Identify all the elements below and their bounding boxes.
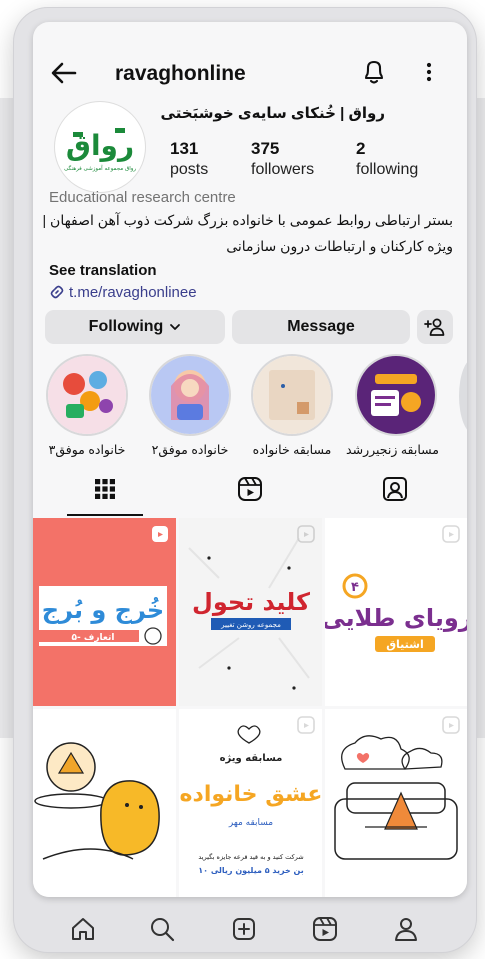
following-label: Following (88, 318, 164, 335)
post-subtitle: مجموعه روشن تغییر (220, 621, 281, 629)
post-subtitle: مسابقه مهر (228, 818, 273, 828)
bio-line: ویژه کارکنان و ارتباطات درون سازمانی (226, 238, 453, 254)
highlight-item-partial[interactable] (459, 358, 467, 434)
search-icon[interactable] (147, 914, 177, 944)
post-title: عشق خانواده (180, 782, 322, 807)
highlight-item[interactable]: مسابقه خانواده (249, 356, 335, 457)
add-person-icon (424, 318, 445, 336)
highlight-label: مسابقه خانواده (252, 443, 332, 457)
profile-tabs (33, 468, 467, 518)
post-number: ۴ (351, 580, 359, 595)
following-button[interactable]: Following (45, 310, 225, 344)
stat-value: 375 (251, 139, 280, 158)
post-title: کلید تحول (192, 588, 310, 616)
highlight-label: خانواده موفق۲ (151, 443, 229, 457)
post-thumbnail[interactable]: مسابقه ویژه عشق خانواده مسابقه مهر شرکت … (179, 709, 322, 897)
highlight-item[interactable]: خانواده موفق۲ (147, 356, 233, 457)
home-icon[interactable] (68, 914, 98, 944)
stat-label: following (356, 161, 419, 178)
post-illustration (334, 735, 458, 860)
post-footer: شرکت کنید و به قید قرعه جایزه بگیرید (198, 853, 303, 861)
reel-badge-icon (442, 716, 460, 734)
avatar-caption: رواق مجموعه آموزشی فرهنگی (64, 165, 136, 172)
highlight-thumbnail (151, 356, 229, 434)
stat-followers[interactable]: 375 followers (251, 139, 314, 181)
post-thumbnail[interactable]: ۴ رویای طلایی اشتیاق (325, 518, 467, 706)
stat-label: posts (170, 161, 209, 178)
profile-category: Educational research centre (49, 189, 236, 206)
bottom-nav (14, 908, 476, 952)
display-name: رواق | خُنکای سایه‌ی خوشبَختی (160, 105, 385, 122)
avatar[interactable]: رواق رواق مجموعه آموزشی فرهنگی (55, 102, 145, 192)
reel-badge-icon (442, 525, 460, 543)
active-tab-indicator (67, 514, 143, 516)
message-label: Message (287, 318, 355, 335)
stat-value: 131 (170, 139, 199, 158)
post-thumbnail[interactable]: کلید تحول مجموعه روشن تغییر (179, 518, 322, 706)
add-person-button[interactable] (417, 310, 453, 344)
post-subtitle: ۵- اتعارف (72, 633, 115, 643)
stat-label: followers (251, 161, 315, 178)
post-subtitle: اشتیاق (386, 638, 424, 651)
stat-posts[interactable]: 131 posts (170, 139, 208, 181)
post-title: رویای طلایی (325, 604, 467, 632)
post-thumbnail[interactable] (325, 709, 467, 897)
highlight-item[interactable]: خانواده موفق۳ (44, 356, 130, 457)
post-grid: خُرج و بُرج ۵- اتعارف کلید تحول مجموعه ر… (33, 518, 467, 897)
reel-badge-icon (297, 525, 315, 543)
highlight-item[interactable]: مسابقه زنجیررشد (346, 356, 439, 457)
profile-screen: ravaghonline رواق رواق مجموعه آموزشی فره… (33, 22, 467, 897)
arrow-left-icon[interactable] (49, 58, 79, 88)
highlight-label: مسابقه زنجیررشد (346, 443, 439, 457)
post-thumbnail[interactable]: خُرج و بُرج ۵- اتعارف (33, 518, 176, 706)
highlight-label: خانواده موفق۳ (48, 443, 126, 457)
reels-icon[interactable] (235, 474, 265, 504)
see-translation-link[interactable]: See translation (49, 262, 157, 279)
post-thumbnail[interactable] (33, 709, 176, 897)
reels-icon[interactable] (310, 914, 340, 944)
post-title: خُرج و بُرج (42, 596, 164, 624)
post-footer: ۱۰ بن خرید ۵ میلیون ریالی (198, 866, 303, 875)
more-vertical-icon[interactable] (421, 58, 437, 86)
bio-line: بستر ارتباطی روابط عمومی با خانواده بزرگ… (42, 212, 453, 228)
post-heading: مسابقه ویژه (220, 753, 283, 764)
highlight-thumbnail (253, 356, 331, 434)
bell-icon[interactable] (361, 58, 387, 86)
profile-icon[interactable] (391, 914, 421, 944)
reel-badge-icon (152, 526, 168, 542)
phone-frame: ravaghonline رواق رواق مجموعه آموزشی فره… (14, 8, 476, 952)
profile-link[interactable]: t.me/ravaghonlinee (49, 281, 197, 303)
message-button[interactable]: Message (232, 310, 410, 344)
grid-icon[interactable] (90, 474, 120, 504)
highlight-thumbnail (357, 356, 435, 434)
page-title: ravaghonline (115, 62, 246, 85)
chevron-down-icon (170, 324, 181, 330)
reel-badge-icon (297, 716, 315, 734)
brand-logo: رواق رواق مجموعه آموزشی فرهنگی (64, 128, 136, 172)
tagged-icon[interactable] (380, 474, 410, 504)
link-text: t.me/ravaghonlinee (69, 283, 197, 301)
create-icon[interactable] (229, 914, 259, 944)
highlight-thumbnail (48, 356, 126, 434)
post-illustration (34, 742, 160, 860)
stat-value: 2 (356, 139, 366, 158)
stat-following[interactable]: 2 following (356, 139, 418, 181)
link-icon (50, 285, 64, 299)
